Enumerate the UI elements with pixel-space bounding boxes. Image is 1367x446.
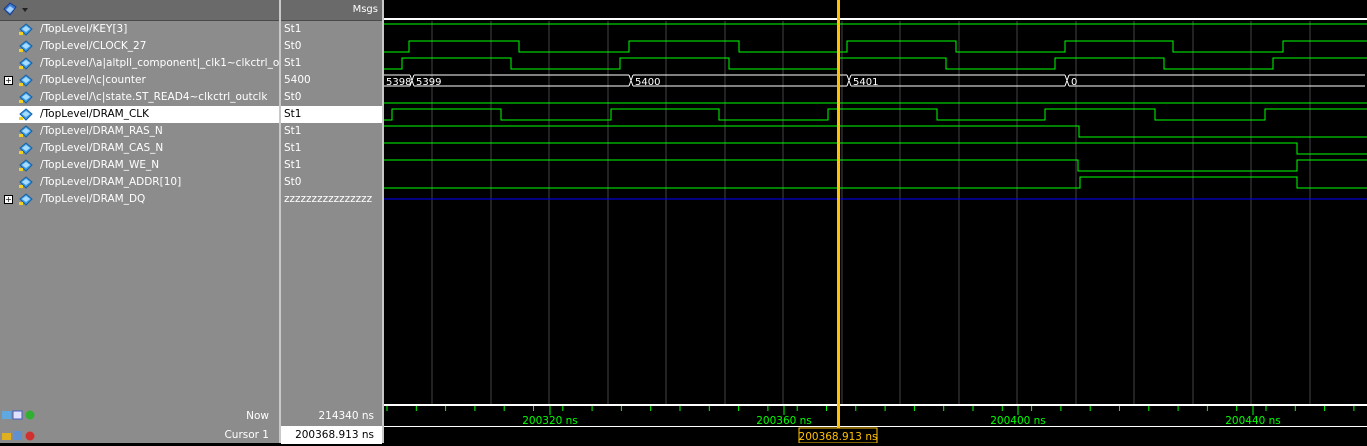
signal-diamond-icon [19, 193, 33, 206]
signal-value: St0 [284, 40, 302, 52]
signal-trace [384, 176, 1367, 189]
signal-trace [384, 125, 1367, 138]
signal-row[interactable]: /TopLevel/DRAM_RAS_N [0, 123, 279, 140]
signal-diamond-icon [19, 91, 33, 104]
signal-name: /TopLevel/DRAM_ADDR[10] [40, 176, 182, 188]
signal-name: /TopLevel/DRAM_CAS_N [40, 142, 164, 154]
signal-row[interactable]: /TopLevel/KEY[3] [0, 21, 279, 38]
signal-names-pane: /TopLevel/KEY[3] /TopLevel/CLOCK_27/TopLe… [0, 0, 279, 404]
ruler-cursor-line [837, 404, 840, 428]
now-value: 214340 ns [318, 410, 374, 422]
waveform-window-icon[interactable] [2, 2, 30, 18]
signal-value: 5400 [284, 74, 311, 86]
cursor-value[interactable]: 200368.913 ns [281, 426, 382, 444]
edit-icon [14, 431, 22, 440]
counter-value-label: 0 [1071, 77, 1077, 88]
delete-icon [25, 431, 35, 441]
signal-row[interactable]: /TopLevel/DRAM_WE_N [0, 157, 279, 174]
list-icon [12, 410, 23, 420]
signal-name: /TopLevel/\c|state.ST_READ4~clkctrl_outc… [40, 91, 268, 103]
signal-value: St1 [284, 23, 302, 35]
cursor-flag-label: 200368.913 ns [799, 431, 878, 443]
signal-trace [384, 40, 1367, 53]
signal-trace [384, 108, 1367, 121]
counter-value-label: 5400 [635, 77, 660, 88]
footer-names: Now Cursor 1 [0, 404, 279, 443]
expand-icon[interactable]: + [4, 76, 13, 85]
zoom-icon [2, 411, 11, 419]
signal-row[interactable]: /TopLevel/\a|altpll_component|_clk1~clkc… [0, 55, 279, 72]
msgs-label: Msgs [352, 4, 378, 15]
now-label: Now [246, 410, 269, 422]
ruler-tick-label: 200320 ns [522, 415, 578, 427]
expand-icon[interactable]: + [4, 195, 13, 204]
toolbar-icons-bottom[interactable] [1, 428, 41, 442]
signal-diamond-icon [19, 142, 33, 155]
names-header [0, 0, 279, 21]
signal-row[interactable]: + /TopLevel/\c|counter [0, 72, 279, 89]
waveform-canvas[interactable]: 5398 5399 5400 5401 0 [384, 0, 1367, 404]
signal-diamond-icon [19, 159, 33, 172]
cursor-line [837, 0, 840, 404]
signal-trace [384, 57, 1367, 70]
signal-row[interactable]: /TopLevel/DRAM_ADDR[10] [0, 174, 279, 191]
timeline-ruler[interactable]: 200320 ns 200360 ns 200400 ns 200440 ns 2003… [384, 404, 1367, 444]
signal-value: St1 [284, 57, 302, 69]
add-icon [25, 410, 35, 420]
signal-values-pane: Msgs St1 St0 St1 5400 St0 St1 St1 St1 St1 St0 zzzz… [281, 0, 382, 404]
signal-value: St1 [284, 142, 302, 154]
signal-row[interactable]: /TopLevel/\c|state.ST_READ4~clkctrl_outc… [0, 89, 279, 106]
signal-row[interactable]: /TopLevel/DRAM_CAS_N [0, 140, 279, 157]
footer-values: 214340 ns 200368.913 ns [281, 404, 382, 444]
counter-value-label: 5399 [416, 77, 441, 88]
signal-value: St0 [284, 91, 302, 103]
signal-row[interactable]: + /TopLevel/DRAM_DQ [0, 191, 279, 208]
signal-value: St1 [284, 159, 302, 171]
signal-value: St1 [284, 125, 302, 137]
cursor-label: Cursor 1 [224, 429, 269, 441]
signal-row[interactable]: /TopLevel/DRAM_CLK [0, 106, 279, 123]
signal-diamond-icon [19, 57, 33, 70]
signal-value: St0 [284, 176, 302, 188]
signal-trace [384, 159, 1367, 172]
waveform-pane[interactable]: 5398 5399 5400 5401 0 [384, 0, 1367, 404]
signal-name: /TopLevel/\a|altpll_component|_clk1~clkc… [40, 57, 279, 69]
signal-diamond-icon [19, 108, 33, 121]
signal-name: /TopLevel/DRAM_RAS_N [40, 125, 163, 137]
signal-trace [384, 142, 1367, 155]
toolbar-icons-top[interactable] [1, 408, 41, 422]
signal-diamond-icon [19, 23, 33, 36]
counter-value-label: 5398 [386, 77, 411, 88]
signal-diamond-icon [19, 176, 33, 189]
signal-name: /TopLevel/DRAM_CLK [40, 108, 150, 120]
header-separator [384, 18, 1367, 20]
signal-name: /TopLevel/CLOCK_27 [40, 40, 147, 52]
values-header: Msgs [281, 0, 382, 21]
signal-row[interactable]: /TopLevel/CLOCK_27 [0, 38, 279, 55]
signal-diamond-icon [19, 74, 33, 87]
ruler-tick-label: 200400 ns [990, 415, 1046, 427]
signal-value: St1 [281, 106, 382, 123]
signal-diamond-icon [19, 125, 33, 138]
signal-name: /TopLevel/KEY[3] [40, 23, 128, 35]
signal-name: /TopLevel/DRAM_DQ [40, 193, 146, 205]
ruler-tick-label: 200360 ns [756, 415, 812, 427]
signal-diamond-icon [19, 40, 33, 53]
signal-name: /TopLevel/\c|counter [40, 74, 146, 86]
ruler-top-border [384, 404, 1367, 406]
signal-value: zzzzzzzzzzzzzzzz [284, 193, 373, 205]
counter-value-label: 5401 [853, 77, 878, 88]
ruler-tick-label: 200440 ns [1225, 415, 1281, 427]
signal-name: /TopLevel/DRAM_WE_N [40, 159, 160, 171]
lock-icon [2, 433, 11, 440]
ruler-divider [384, 426, 1367, 427]
